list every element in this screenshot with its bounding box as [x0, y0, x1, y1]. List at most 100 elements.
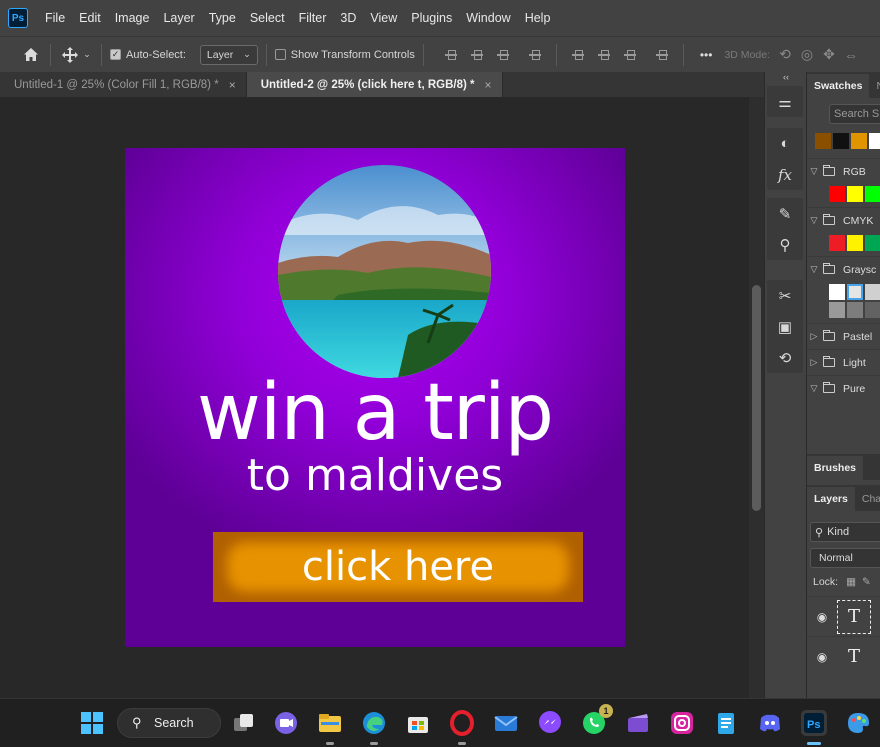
- chevron-right-icon[interactable]: ▷: [807, 331, 821, 342]
- tool-presets-icon[interactable]: ✂: [767, 280, 803, 311]
- brush-settings-icon[interactable]: ✎: [767, 198, 803, 229]
- scrollbar-thumb[interactable]: [752, 285, 761, 511]
- meet-video-icon[interactable]: [273, 710, 299, 736]
- cta-text[interactable]: click here: [302, 544, 494, 590]
- swatch[interactable]: [865, 235, 880, 251]
- visibility-eye-icon[interactable]: ◉: [807, 650, 837, 664]
- vertical-scrollbar[interactable]: [749, 97, 764, 698]
- more-options-button[interactable]: •••: [700, 48, 713, 62]
- swatch[interactable]: [829, 235, 845, 251]
- chevron-right-icon[interactable]: ▷: [807, 357, 821, 368]
- swatch[interactable]: [865, 186, 880, 202]
- tab-brushes[interactable]: Brushes: [807, 456, 864, 480]
- subline-text-layer[interactable]: to maldives: [125, 448, 625, 504]
- notepad-icon[interactable]: [713, 710, 739, 736]
- menu-image[interactable]: Image: [108, 11, 157, 25]
- chevron-down-icon[interactable]: ▽: [807, 383, 821, 394]
- swatch-group-rgb[interactable]: ▽ RGB: [807, 158, 880, 184]
- clipchamp-icon[interactable]: [625, 710, 651, 736]
- move-tool-icon[interactable]: [59, 44, 81, 66]
- lock-image-pixels-icon[interactable]: ✎: [862, 576, 871, 588]
- mail-icon[interactable]: [493, 710, 519, 736]
- menu-file[interactable]: File: [38, 11, 72, 25]
- swatch-selected[interactable]: [847, 284, 863, 300]
- show-transform-checkbox[interactable]: [274, 49, 286, 60]
- photoshop-taskbar-icon[interactable]: Ps: [801, 710, 827, 745]
- artboard-icon[interactable]: ▣: [767, 311, 803, 342]
- swatch[interactable]: [865, 302, 880, 318]
- paint-palette-icon[interactable]: [845, 710, 871, 736]
- click-here-button-layer[interactable]: click here: [213, 532, 583, 602]
- menu-help[interactable]: Help: [518, 11, 558, 25]
- swatch-group-pure[interactable]: ▽ Pure: [807, 375, 880, 401]
- chevron-down-icon[interactable]: ⌄: [81, 44, 93, 66]
- tab-layers[interactable]: Layers: [807, 487, 855, 511]
- task-view-icon[interactable]: [230, 710, 256, 736]
- file-explorer-icon[interactable]: [317, 710, 343, 745]
- properties-icon[interactable]: ⚌: [767, 86, 803, 117]
- swatch[interactable]: [829, 302, 845, 318]
- swatch-group-grayscale[interactable]: ▽ Graysc: [807, 256, 880, 282]
- recent-swatch[interactable]: [833, 133, 849, 149]
- clone-source-icon[interactable]: ⚲: [767, 229, 803, 260]
- home-icon[interactable]: [20, 44, 42, 66]
- chevron-down-icon[interactable]: ▽: [807, 264, 821, 275]
- messenger-icon[interactable]: [537, 710, 563, 736]
- instagram-icon[interactable]: [669, 710, 695, 736]
- menu-3d[interactable]: 3D: [333, 11, 363, 25]
- align-left-icon[interactable]: [444, 48, 458, 62]
- orbit-3d-icon[interactable]: ⟲: [774, 44, 796, 66]
- opera-browser-icon[interactable]: [449, 710, 475, 745]
- swatch[interactable]: [847, 302, 863, 318]
- swatch-group-pastel[interactable]: ▷ Pastel: [807, 323, 880, 349]
- menu-plugins[interactable]: Plugins: [404, 11, 459, 25]
- close-icon[interactable]: ×: [485, 78, 492, 92]
- pan-3d-icon[interactable]: ✥: [818, 44, 840, 66]
- menu-filter[interactable]: Filter: [292, 11, 334, 25]
- close-icon[interactable]: ×: [229, 78, 236, 92]
- menu-window[interactable]: Window: [459, 11, 517, 25]
- edge-browser-icon[interactable]: [361, 710, 387, 745]
- align-right-icon[interactable]: [496, 48, 510, 62]
- history-icon[interactable]: ⟲: [767, 342, 803, 373]
- recent-swatch[interactable]: [869, 133, 880, 149]
- whatsapp-icon[interactable]: 1: [581, 704, 613, 736]
- tab-untitled-1[interactable]: Untitled-1 @ 25% (Color Fill 1, RGB/8) *…: [0, 72, 247, 97]
- swatch[interactable]: [829, 284, 845, 300]
- menu-edit[interactable]: Edit: [72, 11, 108, 25]
- swatch-group-cmyk[interactable]: ▽ CMYK: [807, 207, 880, 233]
- distribute-vertical-icon[interactable]: [528, 48, 542, 62]
- headline-text-layer[interactable]: win a trip: [125, 368, 625, 458]
- menu-select[interactable]: Select: [243, 11, 292, 25]
- visibility-eye-icon[interactable]: ◉: [807, 610, 837, 624]
- tab-next-panel[interactable]: N: [869, 74, 880, 98]
- recent-swatch[interactable]: [815, 133, 831, 149]
- discord-icon[interactable]: [757, 710, 783, 736]
- collapse-panels-icon[interactable]: ‹‹: [765, 72, 807, 82]
- photoshop-logo-icon[interactable]: Ps: [8, 8, 28, 28]
- styles-fx-icon[interactable]: fx: [767, 159, 803, 190]
- auto-select-checkbox[interactable]: ✓: [110, 49, 121, 60]
- swatch[interactable]: [847, 235, 863, 251]
- distribute-horizontal-icon[interactable]: [655, 48, 669, 62]
- chevron-down-icon[interactable]: ▽: [807, 166, 821, 177]
- layer-filter-kind[interactable]: ⚲ Kind: [810, 522, 880, 542]
- taskbar-search-box[interactable]: ⚲ Search: [117, 708, 221, 738]
- auto-select-target-dropdown[interactable]: Layer ⌄: [199, 44, 258, 65]
- swatch[interactable]: [829, 186, 845, 202]
- roll-3d-icon[interactable]: ◎: [796, 44, 818, 66]
- maldives-photo-circle[interactable]: [278, 165, 491, 378]
- swatch-group-light[interactable]: ▷ Light: [807, 349, 880, 375]
- microsoft-store-icon[interactable]: [405, 710, 431, 736]
- menu-layer[interactable]: Layer: [156, 11, 201, 25]
- swatch[interactable]: [865, 284, 880, 300]
- menu-type[interactable]: Type: [202, 11, 243, 25]
- layer-row-click-here-text[interactable]: ◉ T: [807, 596, 880, 636]
- recent-swatch[interactable]: [851, 133, 867, 149]
- tab-swatches[interactable]: Swatches: [807, 74, 870, 98]
- lock-transparent-pixels-icon[interactable]: ▦: [846, 576, 856, 588]
- align-top-icon[interactable]: [571, 48, 585, 62]
- menu-view[interactable]: View: [363, 11, 404, 25]
- chevron-down-icon[interactable]: ▽: [807, 215, 821, 226]
- align-horizontal-center-icon[interactable]: [470, 48, 484, 62]
